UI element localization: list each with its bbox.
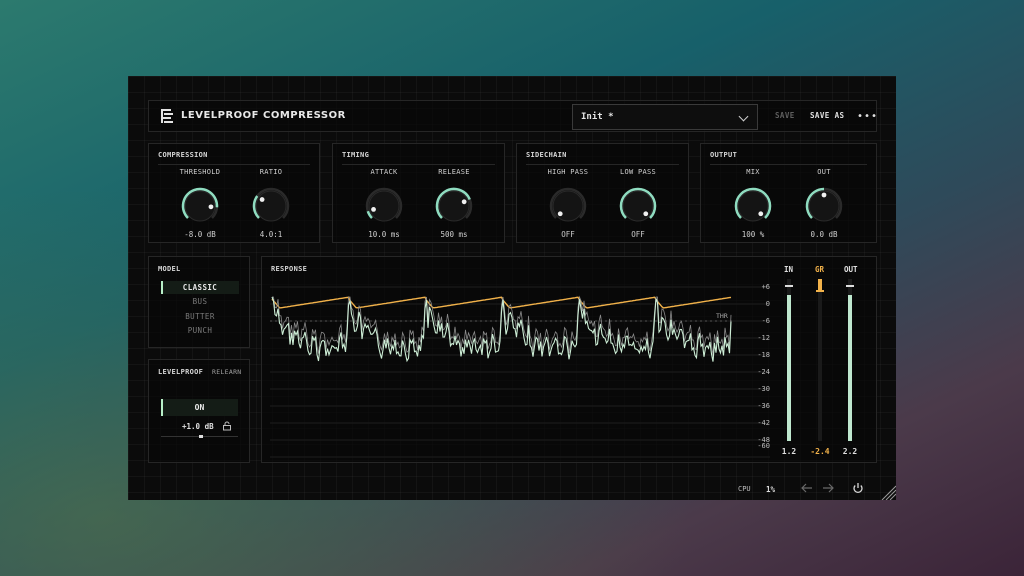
- levelproof-section: LEVELPROOF RELEARN ON +1.0 dB: [148, 359, 250, 463]
- gain-reduction-meter: [816, 279, 824, 441]
- low-pass-knob[interactable]: [616, 184, 660, 228]
- input-meter: [785, 279, 793, 441]
- low-pass-value: OFF: [631, 230, 645, 239]
- model-item-butter[interactable]: BUTTER: [161, 310, 239, 323]
- attack-label: ATTACK: [370, 168, 398, 176]
- meter-label-out: OUT: [844, 265, 858, 274]
- scale-tick-label: -42: [757, 419, 770, 427]
- relearn-button[interactable]: RELEARN: [212, 368, 242, 376]
- scale-tick-label: -18: [757, 351, 770, 359]
- save-button[interactable]: SAVE: [775, 111, 795, 120]
- scale-tick-label: -36: [757, 402, 770, 410]
- high-pass-label: HIGH PASS: [547, 168, 589, 176]
- out-value: 0.0 dB: [810, 230, 838, 239]
- model-item-bus[interactable]: BUS: [161, 295, 239, 308]
- out-control: OUT 0.0 dB: [789, 168, 859, 239]
- gain-slider-handle[interactable]: [199, 435, 203, 438]
- meter-label-gr: GR: [815, 265, 825, 274]
- compression-section: COMPRESSION THRESHOLD -8.0 dB RATIO 4.0:…: [148, 143, 320, 243]
- meter-label-in: IN: [784, 265, 794, 274]
- high-pass-control: HIGH PASS OFF: [533, 168, 603, 239]
- ratio-value: 4.0:1: [259, 230, 283, 239]
- response-graph: [270, 286, 770, 458]
- levelproof-label: LEVELPROOF: [158, 368, 204, 376]
- plugin-window: LEVELPROOF COMPRESSOR Init * SAVE SAVE A…: [128, 76, 896, 500]
- timing-section: TIMING ATTACK 10.0 ms RELEASE 500 ms: [332, 143, 505, 243]
- mix-value: 100 %: [741, 230, 765, 239]
- release-value: 500 ms: [440, 230, 468, 239]
- meter-value-out: 2.2: [842, 447, 858, 456]
- scale-tick-label: -24: [757, 368, 770, 376]
- attack-control: ATTACK 10.0 ms: [349, 168, 419, 239]
- threshold-label: THRESHOLD: [179, 168, 221, 176]
- scale-tick-label: -60: [757, 442, 770, 450]
- scale-tick-label: +6: [761, 283, 770, 291]
- release-knob[interactable]: [432, 184, 476, 228]
- threshold-control: THRESHOLD -8.0 dB: [165, 168, 235, 239]
- response-section: RESPONSE THR +6 0 -6 -12 -18 -24 -30 -36 -42 -48-…: [261, 256, 877, 463]
- power-icon[interactable]: [852, 482, 864, 494]
- threshold-value: -8.0 dB: [184, 230, 216, 239]
- resize-handle-icon[interactable]: [880, 484, 896, 500]
- meter-fill: [818, 279, 822, 290]
- compression-label: COMPRESSION: [158, 151, 208, 159]
- sidechain-label: SIDECHAIN: [526, 151, 567, 159]
- meter-fill: [848, 295, 852, 441]
- scale-tick-label: 0: [765, 300, 770, 308]
- preset-name: Init *: [581, 112, 614, 122]
- meter-peak-cap: [785, 285, 793, 287]
- scale-tick-label: -30: [757, 385, 770, 393]
- chevron-down-icon: [738, 111, 749, 122]
- scale-tick-label: -6: [761, 317, 770, 325]
- sidechain-section: SIDECHAIN HIGH PASS OFF LOW PASS OFF: [516, 143, 689, 243]
- high-pass-knob[interactable]: [546, 184, 590, 228]
- high-pass-value: OFF: [561, 230, 575, 239]
- release-label: RELEASE: [438, 168, 470, 176]
- threshold-knob[interactable]: [178, 184, 222, 228]
- header-bar: LEVELPROOF COMPRESSOR Init * SAVE SAVE A…: [148, 100, 877, 132]
- output-label: OUTPUT: [710, 151, 738, 159]
- ratio-control: RATIO 4.0:1: [236, 168, 306, 239]
- redo-arrow-icon[interactable]: [821, 482, 835, 494]
- meter-peak-cap: [816, 290, 824, 292]
- model-item-classic[interactable]: CLASSIC: [161, 281, 239, 294]
- undo-arrow-icon[interactable]: [800, 482, 814, 494]
- model-label: MODEL: [158, 265, 181, 273]
- app-title: LEVELPROOF COMPRESSOR: [181, 110, 346, 121]
- output-section: OUTPUT MIX 100 % OUT 0.0 dB: [700, 143, 877, 243]
- save-as-button[interactable]: SAVE AS: [810, 111, 844, 120]
- timing-label: TIMING: [342, 151, 370, 159]
- low-pass-control: LOW PASS OFF: [603, 168, 673, 239]
- out-label: OUT: [817, 168, 831, 176]
- output-meter: [846, 279, 854, 441]
- meter-value-gr: -2.4: [810, 447, 830, 456]
- levelproof-gain-value: +1.0 dB: [182, 422, 214, 431]
- mix-label: MIX: [746, 168, 760, 176]
- release-control: RELEASE 500 ms: [419, 168, 489, 239]
- cpu-label: CPU: [738, 485, 751, 493]
- mix-knob[interactable]: [731, 184, 775, 228]
- more-options-icon[interactable]: •••: [857, 111, 878, 122]
- preset-dropdown[interactable]: Init *: [572, 104, 758, 130]
- cpu-value: 1%: [766, 485, 776, 494]
- ratio-knob[interactable]: [249, 184, 293, 228]
- model-item-punch[interactable]: PUNCH: [161, 324, 239, 337]
- meter-peak-cap: [846, 285, 854, 287]
- meter-value-in: 1.2: [781, 447, 797, 456]
- meter-fill: [787, 295, 791, 441]
- model-section: MODEL CLASSIC BUS BUTTER PUNCH: [148, 256, 250, 348]
- threshold-marker-label: THR: [716, 312, 728, 320]
- mix-control: MIX 100 %: [718, 168, 788, 239]
- attack-value: 10.0 ms: [368, 230, 400, 239]
- low-pass-label: LOW PASS: [619, 168, 657, 176]
- attack-knob[interactable]: [362, 184, 406, 228]
- lock-icon[interactable]: [222, 421, 232, 431]
- logo-icon: [161, 109, 173, 125]
- ratio-label: RATIO: [259, 168, 283, 176]
- scale-tick-label: -12: [757, 334, 770, 342]
- levelproof-toggle[interactable]: ON: [161, 399, 238, 416]
- out-knob[interactable]: [802, 184, 846, 228]
